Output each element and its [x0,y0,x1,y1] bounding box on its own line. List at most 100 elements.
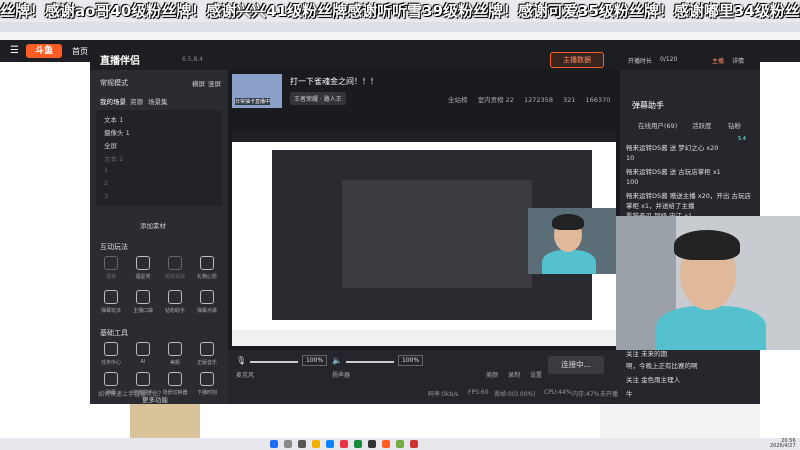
app-logo: 直播伴侣 [100,56,140,67]
tool-danmu-play[interactable]: 弹幕玩法 [96,290,126,322]
cpu-usage: CPU:44% [544,389,572,396]
mic-icon[interactable]: 🎙 [236,356,246,365]
tool-offline-time[interactable]: 下播时刻 [192,372,222,404]
taskview-icon[interactable] [298,440,306,448]
add-source-button[interactable]: 添加素材 [140,220,166,230]
status-bar: 如何快速上手直播伴侣？ 码率:0kb/s FPS:60 丢帧:0(0.00%) … [98,386,620,400]
douyu-logo[interactable]: 斗鱼 [26,44,62,58]
danmu-message: 啊，今晚上正有比赛的啊 [626,362,698,370]
room-title[interactable]: 打一下雀魂金之间！！！ [290,76,378,87]
scene-item[interactable]: 文本 1 [104,114,123,124]
room-cover[interactable]: 日常抽卡直播中 [232,74,282,108]
app-icon[interactable] [410,440,418,448]
edge-icon[interactable] [326,440,334,448]
toggle-portrait[interactable]: 竖屏 [208,78,221,88]
gift-icon [104,256,118,270]
tab-activity[interactable]: 活跃度 [692,120,712,130]
viewer-count: 321 [563,96,576,104]
follower-count: 166370 [585,96,611,104]
tool-beauty[interactable]: 美颜 [160,342,190,374]
page-left-area [0,62,90,440]
tab-my-scenes[interactable]: 我的场景 [100,96,126,106]
room-stats: 全站榜 室内贡榜 22 1272358 321 166370 [448,94,610,104]
tab-resources[interactable]: 资源 [130,96,143,106]
search-icon[interactable] [284,440,292,448]
heat-value: 1272358 [524,96,553,104]
mic-volume-slider[interactable] [250,361,298,363]
task-icon [104,342,118,356]
interact-section-title: 互动玩法 [100,243,128,251]
app-icon[interactable] [354,440,362,448]
stream-data-button[interactable]: 主播数据 [550,52,604,68]
speaker-volume-slider[interactable] [346,361,394,363]
mic-volume-value: 100% [302,355,328,366]
app-icon[interactable] [396,440,404,448]
mode-selector[interactable]: 常规模式 [100,78,128,88]
tool-lucky-star[interactable]: 福星奖 [128,256,158,288]
beauty-button[interactable]: 美颜 [486,370,498,379]
toggle-landscape[interactable]: 横屏 [192,78,205,88]
tool-gift-wish[interactable]: 礼物心愿 [192,256,222,288]
scene-item[interactable]: 文本 2 [104,153,123,163]
scene-item[interactable]: 3 [104,192,108,200]
menu-icon[interactable]: ☰ [10,45,19,56]
app-icon[interactable] [340,440,348,448]
danmaku-banner: 丝牌！感谢ao哥40级粉丝牌！感谢兴兴41级粉丝牌感谢听听雪39级粉丝牌！感谢可… [0,2,800,20]
person-hair [674,230,740,260]
giftbox-icon [200,256,214,270]
room-category[interactable]: 王者荣耀 · 路人王 [290,92,346,105]
record-button[interactable]: 录制 [508,370,520,379]
interact-tools: 福袋 福星奖 超级福袋 礼物心愿 弹幕玩法 主播口袋 钻粉助手 弹幕点歌 [96,256,222,326]
scene-item[interactable]: 全屏 [104,140,117,150]
danmu-message: 10 [626,154,635,162]
mic-label: 麦克风 [236,372,255,379]
scene-panel: 常规模式 横屏 竖屏 我的场景 资源 场景集 文本 1 摄像头 1 全屏 文本 … [90,70,228,404]
tool-pocket[interactable]: 主播口袋 [128,290,158,322]
home-link[interactable]: 首页 [72,46,88,57]
start-icon[interactable] [270,440,278,448]
tool-diamond-fans[interactable]: 钻粉助手 [160,290,190,322]
dropped-frames: 丢帧:0(0.00%) [494,391,536,398]
tab-online-users[interactable]: 在线用户(69) [638,120,677,130]
tool-super-bag[interactable]: 超级福袋 [160,256,190,288]
danmu-message: 牛 [626,390,633,398]
browser-tabstrip[interactable] [0,22,800,32]
content-thumbnail[interactable] [130,402,200,440]
speaker-icon[interactable]: 🔈 [332,356,342,365]
diamond-icon [168,290,182,304]
speaker-label: 扬声器 [332,372,351,379]
person-hair [552,214,584,230]
tab-scene-sets[interactable]: 场景集 [148,96,168,106]
detail-link[interactable]: 详情 [732,56,744,65]
bookmarks-bar[interactable] [0,32,800,40]
tool-danmu[interactable]: 弹幕 [96,372,126,404]
tool-song-request[interactable]: 弹幕点歌 [192,290,222,322]
scene-item[interactable]: 2 [104,179,108,187]
bitrate: 码率:0kb/s [428,391,459,398]
danmu-assistant-title: 弹幕助手 [632,101,664,110]
scene-item[interactable]: 摄像头 1 [104,127,130,137]
app-icon[interactable] [368,440,376,448]
help-link[interactable]: 如何快速上手直播伴侣？ [98,389,164,398]
tool-music[interactable]: 正版音乐 [192,342,222,374]
danmu-message: 100 [626,178,639,186]
explorer-icon[interactable] [312,440,320,448]
danmu-message: 畅来运转DS酱 送 梦幻之心 x20 [626,144,719,152]
rank-badge[interactable]: 全站榜 [448,96,468,104]
app-icon[interactable] [382,440,390,448]
tool-lucky-bag[interactable]: 福袋 [96,256,126,288]
clock-icon [200,372,214,386]
clock: 20:56 2026/4/27 [770,439,796,449]
danmu-message: 畅来运转DS酱 送 古玩店掌柜 x1 [626,168,721,176]
tool-ai[interactable]: AI [128,342,158,374]
tool-task-center[interactable]: 任务中心 [96,342,126,374]
scene-item[interactable]: 1 [104,166,108,174]
speaker-volume-value: 100% [398,355,424,366]
host-tag: 主播 [712,58,725,65]
cover-label: 日常抽卡直播中 [235,98,271,105]
settings-button[interactable]: 设置 [530,370,542,379]
tab-diamond-fans[interactable]: 钻粉 [728,120,741,130]
fps: FPS:60 [468,389,489,396]
connect-button[interactable]: 连接中... [548,356,604,374]
contrib-rank[interactable]: 室内贡榜 22 [478,96,514,104]
